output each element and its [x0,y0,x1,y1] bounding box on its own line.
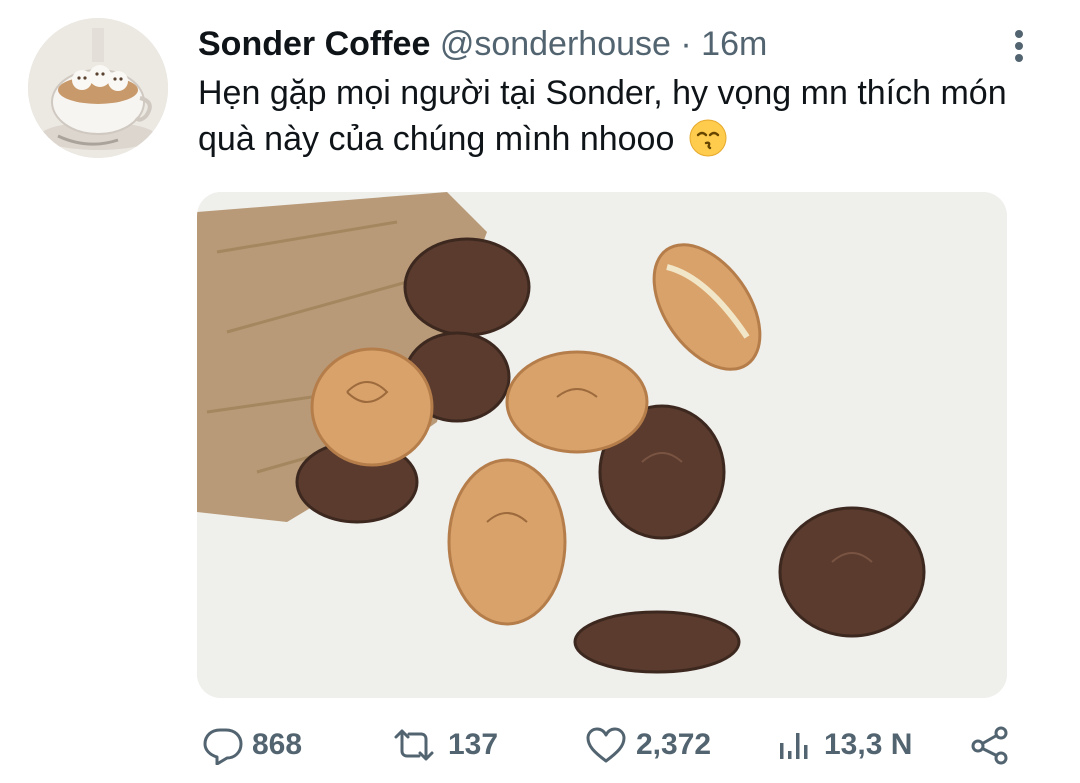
retweet-button[interactable]: 137 [388,720,498,770]
like-button[interactable]: 2,372 [584,720,711,770]
like-count: 2,372 [636,728,712,761]
display-name[interactable]: Sonder Coffee [198,25,430,63]
reply-icon [200,725,244,765]
heart-icon [584,725,628,765]
latte-art-avatar-image [28,18,168,158]
tweet-media-image[interactable] [197,192,1007,698]
user-handle[interactable]: @sonderhouse [440,25,671,63]
timestamp[interactable]: 16m [701,25,767,63]
kissing-face-icon [688,118,728,158]
tweet-body: Hẹn gặp mọi người tại Sonder, hy vọng mn… [198,74,1007,158]
tweet-header: Sonder Coffee @sonderhouse · 16m [198,22,767,66]
reply-count: 868 [252,728,303,761]
views-bar-chart-icon [776,725,816,765]
tweet-action-bar: 868 137 2,372 13,3 N [0,720,1080,770]
views-button[interactable]: 13,3 N [776,720,912,770]
share-icon [968,725,1012,765]
retweet-count: 137 [448,728,499,761]
views-count: 13,3 N [824,728,913,761]
cookies-photo [197,192,1007,698]
more-options-icon[interactable] [1004,26,1034,66]
reply-button[interactable]: 868 [200,720,302,770]
separator-dot: · [680,25,692,63]
share-button[interactable] [968,720,1012,770]
avatar[interactable] [28,18,168,158]
retweet-icon [388,725,440,765]
tweet-text: Hẹn gặp mọi người tại Sonder, hy vọng mn… [198,70,1048,162]
